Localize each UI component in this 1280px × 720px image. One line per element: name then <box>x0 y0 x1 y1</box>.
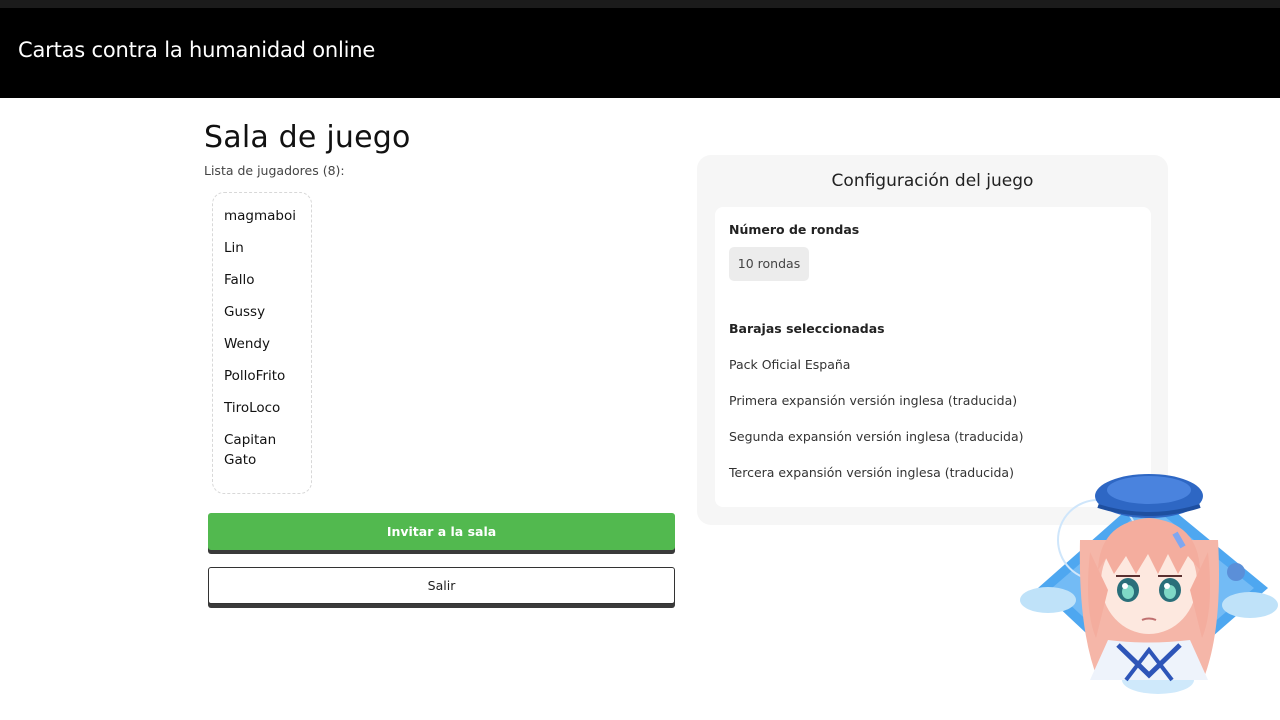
player-item: Fallo <box>224 272 255 288</box>
config-title: Configuración del juego <box>831 171 1034 191</box>
app-title: Cartas contra la humanidad online <box>18 38 376 62</box>
deck-item: Segunda expansión versión inglesa (tradu… <box>729 429 1024 444</box>
decks-label: Barajas seleccionadas <box>729 321 885 336</box>
deck-item: Primera expansión versión inglesa (tradu… <box>729 393 1018 408</box>
rounds-label: Número de rondas <box>729 222 860 237</box>
config-card: Número de rondas 10 rondas Barajas selec… <box>715 207 1151 507</box>
player-item: TiroLoco <box>224 400 281 416</box>
deck-item: Pack Oficial España <box>729 357 851 372</box>
players-list-label: Lista de jugadores (8): <box>204 163 345 178</box>
player-item: PolloFrito <box>224 368 286 384</box>
player-item: Gussy <box>224 304 266 320</box>
players-list: magmaboi Lin Fallo Gussy Wendy PolloFrit… <box>212 192 312 494</box>
page-title: Sala de juego <box>204 120 411 155</box>
rounds-value: 10 rondas <box>729 247 809 281</box>
player-item: Lin <box>224 240 244 256</box>
player-item: magmaboi <box>224 208 296 224</box>
app-header: Cartas contra la humanidad online <box>0 8 1280 98</box>
deck-item: Tercera expansión versión inglesa (tradu… <box>729 465 1014 480</box>
player-item: Capitan Gato <box>224 432 277 468</box>
player-item: Wendy <box>224 336 270 352</box>
exit-button[interactable]: Salir <box>208 567 675 604</box>
top-strip <box>0 0 1280 8</box>
invite-button[interactable]: Invitar a la sala <box>208 513 675 550</box>
anime-girl-avatar <box>1018 470 1280 710</box>
